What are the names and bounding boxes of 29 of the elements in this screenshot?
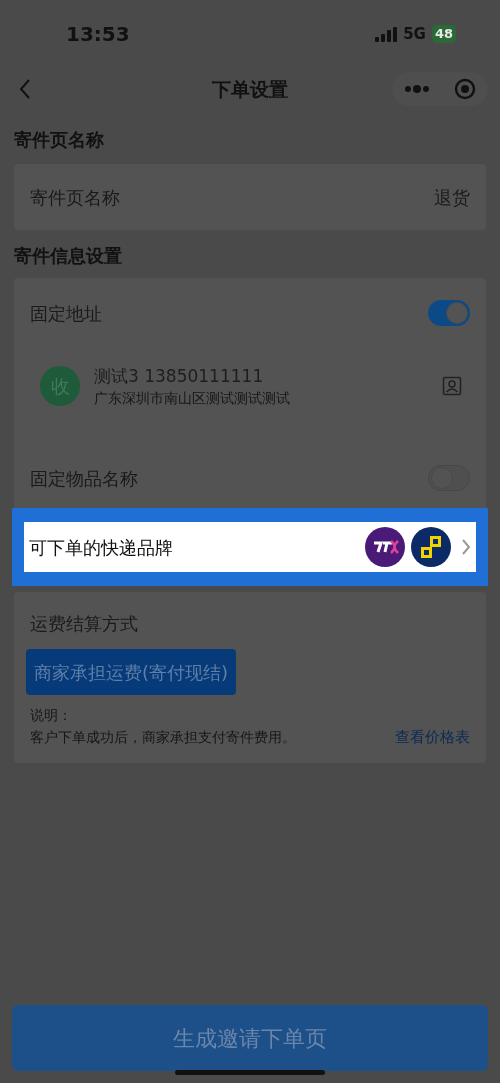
contact-address: 广东深圳市南山区测试测试测试 (94, 389, 290, 408)
section-title: 寄件信息设置 (14, 244, 123, 268)
network-label: 5G (403, 23, 426, 45)
row-label: 固定物品名称 (30, 466, 138, 491)
row-label: 固定地址 (30, 301, 102, 326)
more-icon[interactable] (404, 85, 430, 93)
row-value[interactable]: 退货 (434, 183, 470, 211)
back-icon[interactable] (18, 78, 32, 100)
toggle-switch[interactable] (428, 300, 470, 326)
close-icon[interactable] (454, 78, 476, 100)
section-title: 寄件页名称 (14, 128, 105, 152)
row-label: 可下单的快递品牌 (29, 535, 173, 560)
brand-logo-icon (411, 527, 451, 567)
row-label: 寄件页名称 (30, 185, 120, 210)
brand-logo-icon (365, 527, 405, 567)
status-time: 13:53 (66, 21, 130, 48)
chevron-right-icon (461, 538, 471, 556)
price-table-link[interactable]: 查看价格表 (395, 726, 470, 749)
note-label: 说明： (29, 706, 73, 725)
signal-icon (375, 26, 398, 42)
row-label: 运费结算方式 (29, 612, 139, 636)
capsule-menu[interactable] (392, 72, 488, 106)
freight-option-button[interactable]: 商家承担运费(寄付现结) (26, 649, 237, 695)
page-title: 下单设置 (212, 76, 288, 102)
note-text: 客户下单成功后，商家承担支付寄件费用。 (30, 727, 296, 747)
brand-row[interactable]: 可下单的快递品牌 (24, 522, 476, 572)
contact-card-icon[interactable] (442, 376, 462, 396)
generate-page-button[interactable]: 生成邀请下单页 (12, 1005, 488, 1071)
battery-indicator: 48 (431, 25, 456, 43)
